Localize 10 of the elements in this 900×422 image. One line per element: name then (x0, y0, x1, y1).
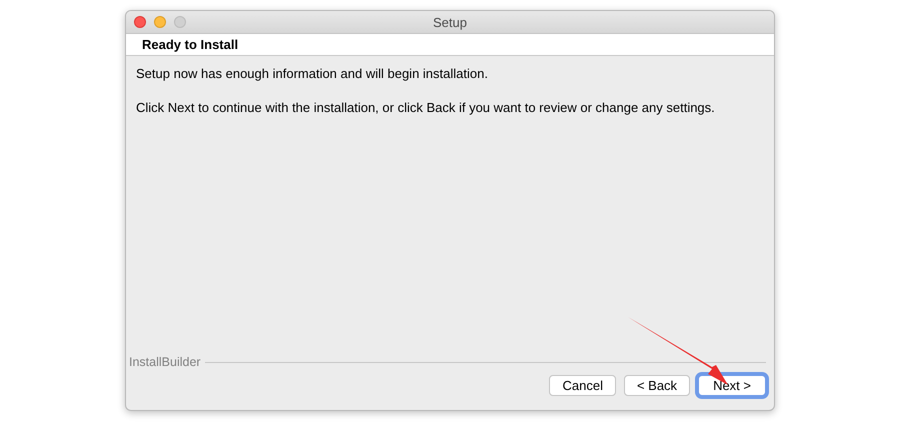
page-heading: Ready to Install (142, 37, 238, 52)
info-text: Setup now has enough information and will begin installation. (136, 66, 489, 81)
minimize-button[interactable] (154, 16, 166, 28)
window-title: Setup (433, 14, 467, 30)
info-text: Click Next to continue with the installation, or click Back if you want to review or change any settings. (136, 100, 716, 115)
brand-label: InstallBuilder (129, 355, 201, 369)
dialog-button[interactable]: < Back (624, 375, 690, 396)
close-button[interactable] (134, 16, 146, 28)
dialog-button[interactable]: Cancel (549, 375, 616, 396)
dialog-button[interactable]: Next > (698, 375, 766, 396)
